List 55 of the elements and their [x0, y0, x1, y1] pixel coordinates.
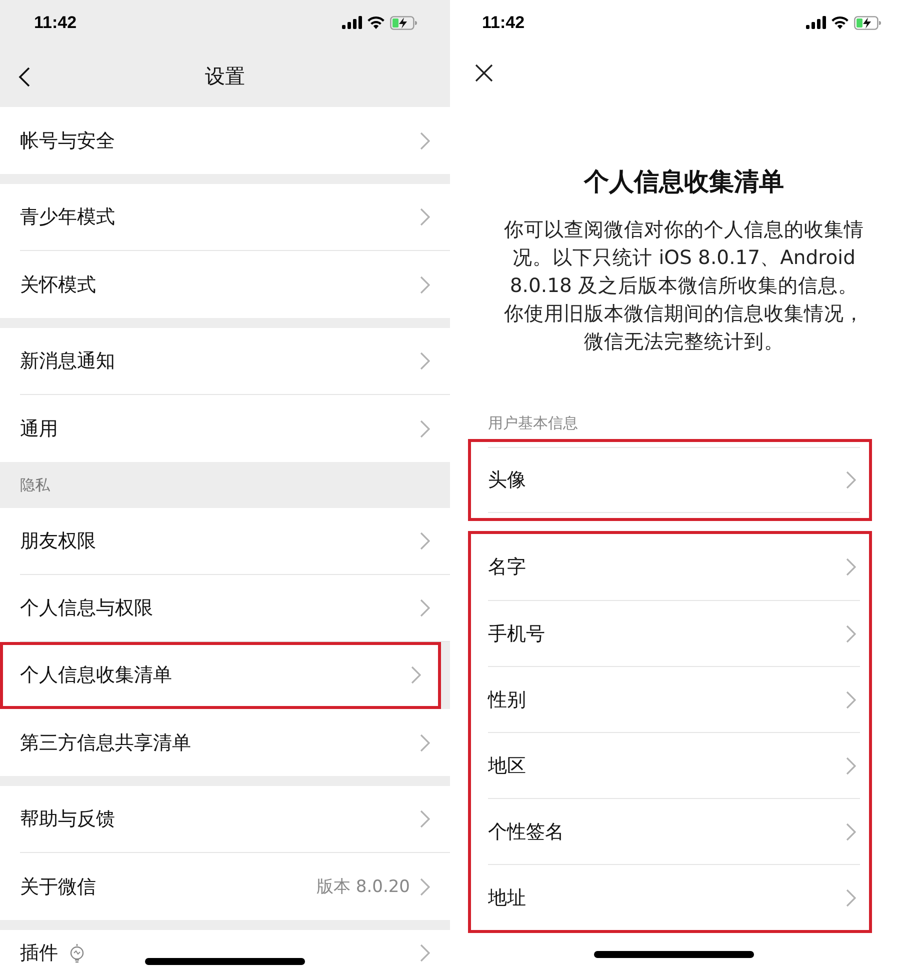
info-item[interactable]: 个性签名 [488, 798, 860, 864]
version-value: 版本 8.0.20 [316, 876, 410, 898]
section-header: 隐私 [19, 474, 51, 496]
highlighted-settings-item[interactable]: 个人信息收集清单 [0, 642, 441, 709]
chevron-icon [846, 822, 856, 840]
chevron-icon [411, 666, 421, 684]
settings-item[interactable]: 插件 [0, 930, 450, 975]
chevron-icon [420, 132, 430, 150]
signal-icon [342, 16, 362, 29]
info-item[interactable]: 名字 [488, 534, 860, 600]
chevron-icon [420, 276, 430, 294]
settings-item[interactable]: 关于微信 版本 8.0.20 [0, 853, 450, 920]
chevron-icon [420, 532, 430, 550]
chevron-icon [420, 944, 430, 962]
chevron-icon [846, 471, 856, 489]
battery-charging-icon [390, 16, 418, 30]
signal-icon [806, 16, 826, 29]
chevron-icon [846, 558, 856, 576]
chevron-icon [420, 420, 430, 438]
settings-item[interactable]: 通用 [0, 395, 450, 462]
info-item[interactable]: 地址 [488, 864, 860, 930]
chevron-icon [846, 756, 856, 774]
info-item[interactable]: 头像 [488, 447, 860, 513]
settings-item[interactable]: 青少年模式 [0, 184, 450, 251]
settings-item[interactable]: 帐号与安全 [0, 107, 450, 174]
chevron-icon [846, 624, 856, 642]
section-header: 用户基本信息 [488, 414, 579, 433]
status-time: 11:42 [482, 12, 525, 32]
settings-item[interactable]: 第三方信息共享清单 [0, 709, 450, 776]
description-text: 你可以查阅微信对你的个人信息的收集情况。以下只统计 iOS 8.0.17、Android 8.0.18 及之后版本微信所收集的信息。你使用旧版本微信期间的信息收集情况，微信无法完整统计到。 [503, 217, 865, 355]
back-icon[interactable] [18, 67, 30, 87]
chevron-icon [420, 810, 430, 828]
chevron-icon [420, 878, 430, 896]
battery-charging-icon [854, 16, 882, 30]
info-item[interactable]: 地区 [488, 732, 860, 798]
chevron-icon [846, 690, 856, 708]
close-icon[interactable] [474, 63, 494, 83]
settings-item[interactable]: 关怀模式 [0, 251, 450, 318]
settings-item[interactable]: 朋友权限 [0, 508, 450, 575]
chevron-icon [420, 352, 430, 370]
chevron-icon [420, 599, 430, 617]
chevron-icon [420, 208, 430, 226]
chevron-icon [846, 888, 856, 906]
settings-item[interactable]: 帮助与反馈 [0, 786, 450, 853]
info-item[interactable]: 性别 [488, 666, 860, 732]
wifi-icon [367, 16, 385, 29]
settings-item[interactable]: 新消息通知 [0, 328, 450, 395]
info-item[interactable]: 手机号 [488, 600, 860, 666]
page-title: 设置 [205, 62, 245, 90]
lightbulb-icon [68, 943, 86, 963]
page-title: 个人信息收集清单 [582, 166, 785, 198]
chevron-icon [420, 734, 430, 752]
status-time: 11:42 [34, 12, 77, 32]
wifi-icon [831, 16, 849, 29]
settings-item[interactable]: 个人信息与权限 [0, 575, 450, 642]
